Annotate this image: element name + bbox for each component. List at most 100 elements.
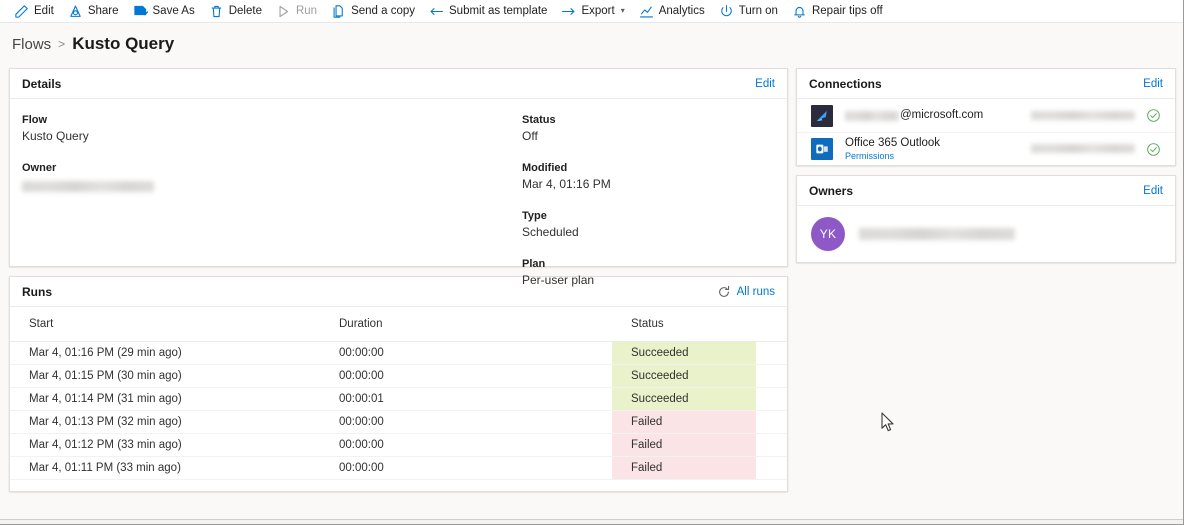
connection-name-text: @microsoft.com	[900, 109, 984, 121]
run-duration: 00:00:01	[320, 387, 612, 411]
run-duration: 00:00:00	[320, 456, 612, 480]
power-icon	[719, 4, 734, 19]
redacted-connection-alias	[845, 110, 899, 121]
check-circle-icon	[1143, 142, 1163, 157]
run-row-spacer	[756, 364, 787, 388]
submit-icon	[429, 4, 444, 19]
connections-list: @microsoft.com Office 365 Outlook Permissi…	[797, 99, 1175, 165]
command-edit[interactable]: Edit	[8, 0, 62, 23]
run-start: Mar 4, 01:12 PM (33 min ago)	[10, 433, 320, 457]
command-submit-as-template[interactable]: Submit as template	[423, 0, 555, 23]
runs-table-body: Mar 4, 01:16 PM (29 min ago) 00:00:00 Succ…	[10, 341, 787, 480]
detail-field-owner: Owner	[22, 161, 522, 192]
command-label: Turn on	[738, 5, 778, 17]
table-row[interactable]: Mar 4, 01:15 PM (30 min ago) 00:00:00 Succ…	[10, 364, 787, 388]
owners-card-header: Owners Edit	[797, 176, 1175, 206]
azure-data-explorer-icon	[811, 104, 833, 127]
command-save-as[interactable]: Save As	[127, 0, 203, 23]
connection-main: @microsoft.com	[845, 109, 1031, 122]
command-share[interactable]: Share	[62, 0, 127, 23]
runs-card: Runs All runs Start Duration Status Mar …	[9, 276, 788, 492]
command-export[interactable]: Export ▾	[555, 0, 632, 23]
chevron-down-icon[interactable]: ▾	[621, 7, 625, 15]
right-column: Connections Edit @microsoft.com Office 36…	[796, 68, 1176, 263]
detail-field-label: Plan	[522, 258, 546, 270]
bell-icon	[792, 4, 807, 19]
connection-row[interactable]: Office 365 Outlook Permissions	[797, 132, 1175, 165]
breadcrumb: Flows > Kusto Query	[0, 23, 1183, 59]
runs-column-header-spacer	[756, 307, 787, 342]
runs-column-header[interactable]: Start	[10, 307, 320, 342]
run-start: Mar 4, 01:14 PM (31 min ago)	[10, 387, 320, 411]
analytics-icon	[639, 4, 654, 19]
run-duration: 00:00:00	[320, 341, 612, 365]
pencil-icon	[14, 4, 29, 19]
details-column-left: Flow Kusto Query Owner	[10, 113, 522, 267]
table-row[interactable]: Mar 4, 01:16 PM (29 min ago) 00:00:00 Succ…	[10, 341, 787, 365]
details-edit-link[interactable]: Edit	[755, 78, 775, 90]
runs-title: Runs	[22, 284, 52, 299]
content-columns: Details Edit Flow Kusto Query Owner Status…	[0, 59, 1183, 492]
connection-permissions-link[interactable]: Permissions	[845, 150, 1031, 162]
detail-field-value: Scheduled	[522, 225, 579, 239]
run-status-badge: Failed	[612, 456, 756, 480]
command-analytics[interactable]: Analytics	[633, 0, 713, 23]
command-label: Share	[87, 5, 119, 17]
detail-field-value	[22, 176, 522, 192]
connection-owner	[1031, 140, 1143, 158]
redacted-connection-owner	[1031, 110, 1135, 120]
owner-name	[859, 225, 1015, 243]
redacted-connection-owner	[1031, 144, 1135, 154]
command-label: Edit	[34, 5, 54, 17]
run-status-badge: Succeeded	[612, 341, 756, 365]
run-status-badge: Succeeded	[612, 364, 756, 388]
save-as-icon	[133, 4, 148, 19]
details-card-header: Details Edit	[10, 69, 787, 99]
command-delete[interactable]: Delete	[203, 0, 270, 23]
detail-field-status: Status Off	[522, 113, 772, 144]
command-label: Run	[295, 5, 318, 17]
run-row-spacer	[756, 433, 787, 457]
share-icon	[68, 4, 83, 19]
detail-field-value: Off	[522, 129, 538, 143]
table-row[interactable]: Mar 4, 01:13 PM (32 min ago) 00:00:00 Fail…	[10, 410, 787, 434]
connection-row[interactable]: @microsoft.com	[797, 99, 1175, 132]
run-start: Mar 4, 01:15 PM (30 min ago)	[10, 364, 320, 388]
command-repair-tips-off[interactable]: Repair tips off	[786, 0, 891, 23]
table-row[interactable]: Mar 4, 01:14 PM (31 min ago) 00:00:01 Succ…	[10, 387, 787, 411]
page-title: Kusto Query	[72, 34, 175, 53]
export-icon	[561, 4, 576, 19]
command-run: Run	[270, 0, 325, 23]
details-column-right: Status Off Modified Mar 4, 01:16 PM Type Sche…	[522, 113, 772, 287]
command-label: Delete	[228, 5, 262, 17]
command-bar: Edit Share Save As Delete Run Send a copy Subm…	[0, 0, 1183, 23]
table-row[interactable]: Mar 4, 01:11 PM (33 min ago) 00:00:00 Fail…	[10, 456, 787, 480]
run-duration: 00:00:00	[320, 364, 612, 388]
breadcrumb-parent-flows[interactable]: Flows	[12, 36, 51, 53]
run-status-badge: Failed	[612, 433, 756, 457]
owners-card: Owners Edit YK	[796, 175, 1176, 263]
command-send-a-copy[interactable]: Send a copy	[325, 0, 423, 23]
run-start: Mar 4, 01:16 PM (29 min ago)	[10, 341, 320, 365]
details-title: Details	[22, 76, 62, 91]
run-row-spacer	[756, 341, 787, 365]
command-turn-on[interactable]: Turn on	[713, 0, 786, 23]
detail-field-label: Status	[522, 114, 556, 126]
redacted-owner-name	[859, 227, 1015, 240]
owner-row[interactable]: YK	[797, 206, 1175, 262]
left-column: Details Edit Flow Kusto Query Owner Status…	[9, 68, 788, 492]
runs-column-header[interactable]: Duration	[320, 307, 612, 342]
detail-field-label: Modified	[522, 162, 568, 174]
office-365-outlook-icon	[811, 138, 833, 160]
table-row[interactable]: Mar 4, 01:12 PM (33 min ago) 00:00:00 Fail…	[10, 433, 787, 457]
connection-main: Office 365 Outlook Permissions	[845, 137, 1031, 162]
runs-table-header-row: Start Duration Status	[10, 307, 787, 342]
connections-edit-link[interactable]: Edit	[1143, 78, 1163, 90]
command-label: Repair tips off	[811, 5, 883, 17]
connection-owner	[1031, 107, 1143, 125]
owners-edit-link[interactable]: Edit	[1143, 185, 1163, 197]
runs-column-header[interactable]: Status	[612, 307, 756, 342]
play-icon	[276, 4, 291, 19]
command-label: Save As	[152, 5, 195, 17]
copy-icon	[331, 4, 346, 19]
